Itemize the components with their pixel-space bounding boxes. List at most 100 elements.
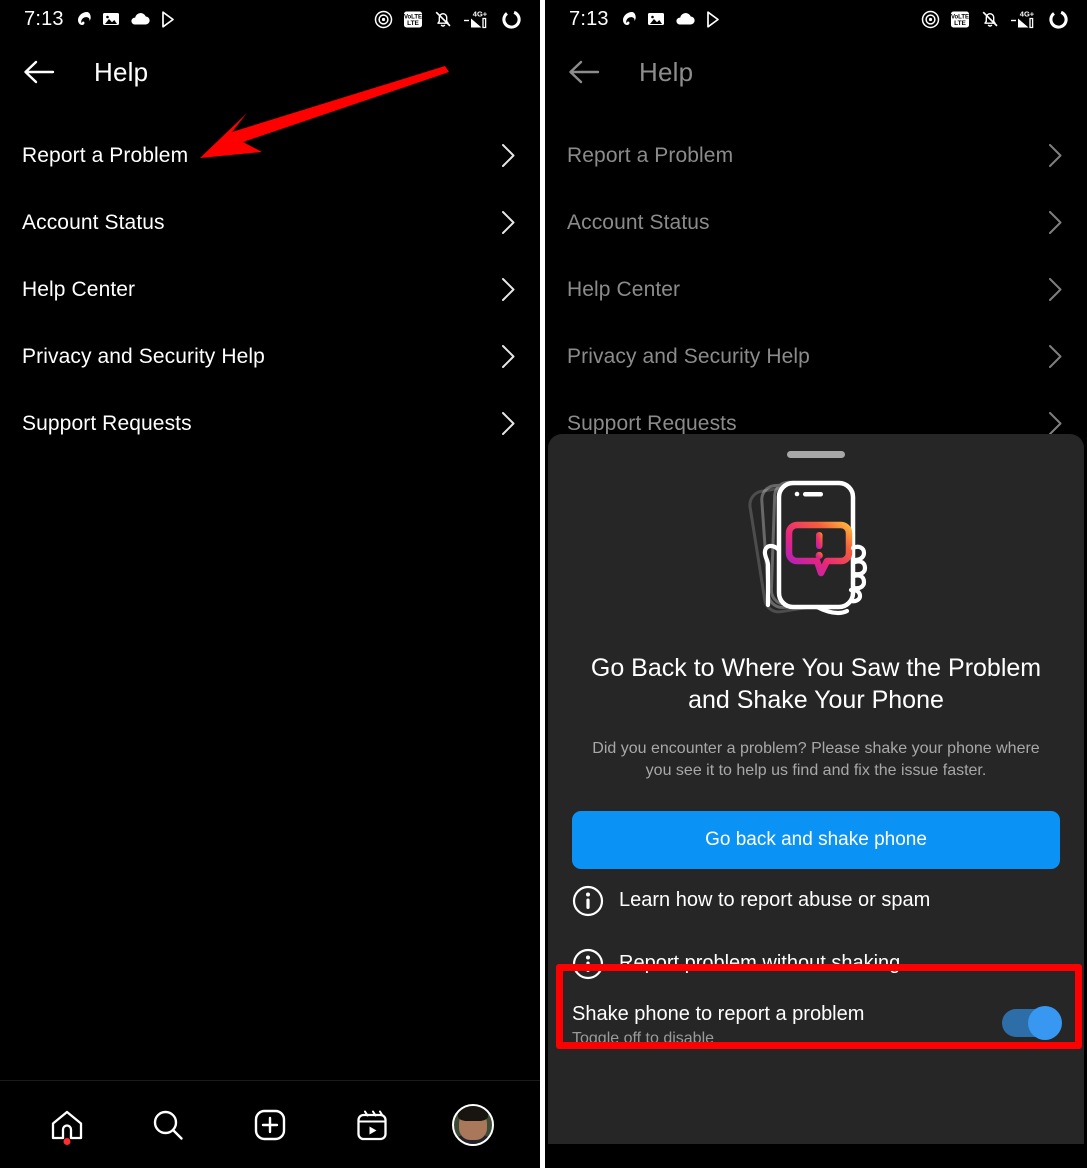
app-bar: Help	[545, 38, 1087, 106]
toggle-knob	[1028, 1006, 1062, 1041]
option-label: Report problem without shaking	[619, 952, 901, 975]
battery-ring-icon	[502, 9, 521, 29]
screenshot-root: 7:13 VoLTELTE 4G+ Help Report a Problem	[0, 0, 1087, 1168]
play-store-icon	[706, 10, 719, 28]
bottom-navigation-bar	[0, 1080, 540, 1168]
status-bar: 7:13 VoLTE LTE 4G+	[0, 0, 540, 38]
volte-icon: VoLTELTE	[404, 11, 422, 27]
nav-item-reels[interactable]	[340, 1097, 404, 1153]
nav-item-profile[interactable]	[441, 1097, 505, 1153]
swirl-icon	[622, 12, 636, 25]
illustration-wrap	[572, 474, 1060, 624]
chevron-right-icon	[1049, 345, 1062, 368]
bell-muted-icon	[982, 11, 998, 27]
svg-text:LTE: LTE	[954, 20, 966, 27]
menu-item-label: Help Center	[22, 277, 136, 301]
nav-item-create[interactable]	[238, 1097, 302, 1153]
shake-phone-toggle-switch[interactable]	[1002, 1006, 1062, 1041]
photos-icon	[102, 13, 119, 25]
chevron-right-icon	[1049, 144, 1062, 167]
arrow-left-icon[interactable]	[22, 59, 56, 85]
status-bar-clock: 7:13	[569, 7, 609, 30]
chevron-right-icon	[502, 345, 515, 368]
option-report-problem-without-shaking[interactable]: Report problem without shaking	[572, 932, 1060, 995]
chevron-right-icon	[502, 412, 515, 435]
status-bar-left: 7:13	[24, 8, 178, 31]
cloud-icon	[676, 13, 695, 25]
cast-icon	[374, 10, 393, 28]
menu-item-account-status[interactable]: Account Status	[545, 189, 1087, 256]
app-bar: Help	[0, 38, 540, 106]
menu-item-help-center[interactable]: Help Center	[0, 256, 540, 323]
toggle-text-group: Shake phone to report a problem Toggle o…	[572, 1003, 864, 1048]
toggle-subtitle: Toggle off to disable	[572, 1030, 715, 1048]
menu-item-label: Account Status	[567, 210, 710, 234]
profile-avatar	[452, 1103, 495, 1146]
menu-item-report-a-problem[interactable]: Report a Problem	[0, 122, 540, 189]
go-back-and-shake-phone-button[interactable]: Go back and shake phone	[572, 811, 1060, 870]
swirl-icon	[77, 12, 91, 25]
status-bar-left: 7:13	[569, 8, 723, 31]
menu-item-label: Report a Problem	[567, 143, 734, 167]
option-learn-how-to-report-abuse-or-spam[interactable]: Learn how to report abuse or spam	[572, 869, 1060, 932]
status-bar-clock: 7:13	[24, 7, 64, 30]
sheet-subtitle: Did you encounter a problem? Please shak…	[592, 740, 1040, 779]
menu-item-help-center[interactable]: Help Center	[545, 256, 1087, 323]
sheet-title: Go Back to Where You Saw the Problem and…	[590, 654, 1042, 714]
right-phone-screen: 7:13 VoLTE LTE 4G+ Help Report a Problem…	[545, 0, 1087, 1168]
menu-item-label: Report a Problem	[22, 143, 189, 167]
menu-item-privacy-and-security-help[interactable]: Privacy and Security Help	[545, 323, 1087, 390]
svg-text:4G+: 4G+	[1020, 10, 1035, 19]
hand-shaking-phone-illustration	[748, 480, 868, 616]
search-icon	[154, 1110, 184, 1140]
cloud-icon	[131, 13, 150, 25]
bell-muted-icon	[435, 11, 451, 27]
page-title: Help	[94, 56, 149, 87]
volte-icon: VoLTELTE	[951, 11, 969, 27]
create-icon	[254, 1109, 286, 1140]
avatar-hair	[458, 1105, 489, 1122]
info-circle-icon	[572, 948, 604, 979]
status-bar: 7:13 VoLTE LTE 4G+	[545, 0, 1087, 38]
nav-item-search[interactable]	[136, 1097, 200, 1153]
menu-item-label: Privacy and Security Help	[22, 344, 265, 368]
help-menu-list: Report a Problem Account Status Help Cen…	[0, 106, 540, 457]
menu-item-label: Account Status	[22, 210, 165, 234]
cast-icon	[921, 10, 940, 28]
menu-item-privacy-and-security-help[interactable]: Privacy and Security Help	[0, 323, 540, 390]
signal-4g-plus-icon: 4G+	[464, 10, 488, 29]
menu-item-report-a-problem[interactable]: Report a Problem	[545, 122, 1087, 189]
info-circle-icon	[572, 885, 604, 916]
chevron-right-icon	[502, 278, 515, 301]
battery-ring-icon	[1049, 9, 1068, 29]
nav-item-home[interactable]	[35, 1097, 99, 1153]
status-bar-right: VoLTE LTE 4G+	[374, 9, 522, 30]
chevron-right-icon	[502, 144, 515, 167]
menu-item-label: Privacy and Security Help	[567, 344, 810, 368]
toggle-title: Shake phone to report a problem	[572, 1003, 865, 1026]
help-menu-list: Report a Problem Account Status Help Cen…	[545, 106, 1087, 457]
status-bar-right: VoLTE LTE 4G+	[921, 9, 1069, 30]
option-label: Learn how to report abuse or spam	[619, 889, 931, 912]
chevron-right-icon	[1049, 211, 1062, 234]
menu-item-label: Support Requests	[567, 411, 737, 435]
dimmed-background-content: Help Report a Problem Account Status Hel…	[545, 38, 1087, 457]
home-icon	[51, 1110, 82, 1139]
reels-icon	[356, 1110, 387, 1140]
menu-item-account-status[interactable]: Account Status	[0, 189, 540, 256]
svg-text:4G+: 4G+	[473, 10, 488, 19]
report-problem-bottom-sheet: Go Back to Where You Saw the Problem and…	[548, 434, 1084, 1144]
menu-item-label: Help Center	[567, 277, 681, 301]
signal-4g-plus-icon: 4G+	[1011, 10, 1035, 29]
menu-item-support-requests[interactable]: Support Requests	[0, 390, 540, 457]
svg-text:LTE: LTE	[407, 20, 419, 27]
play-store-icon	[161, 10, 174, 28]
page-title: Help	[639, 56, 694, 87]
photos-icon	[647, 13, 664, 25]
shake-phone-toggle-row[interactable]: Shake phone to report a problem Toggle o…	[572, 995, 1062, 1048]
left-phone-screen: 7:13 VoLTELTE 4G+ Help Report a Problem	[0, 0, 540, 1168]
drag-handle[interactable]	[787, 451, 845, 458]
arrow-left-icon[interactable]	[567, 59, 601, 85]
menu-item-label: Support Requests	[22, 411, 192, 435]
home-notification-dot	[63, 1137, 71, 1145]
